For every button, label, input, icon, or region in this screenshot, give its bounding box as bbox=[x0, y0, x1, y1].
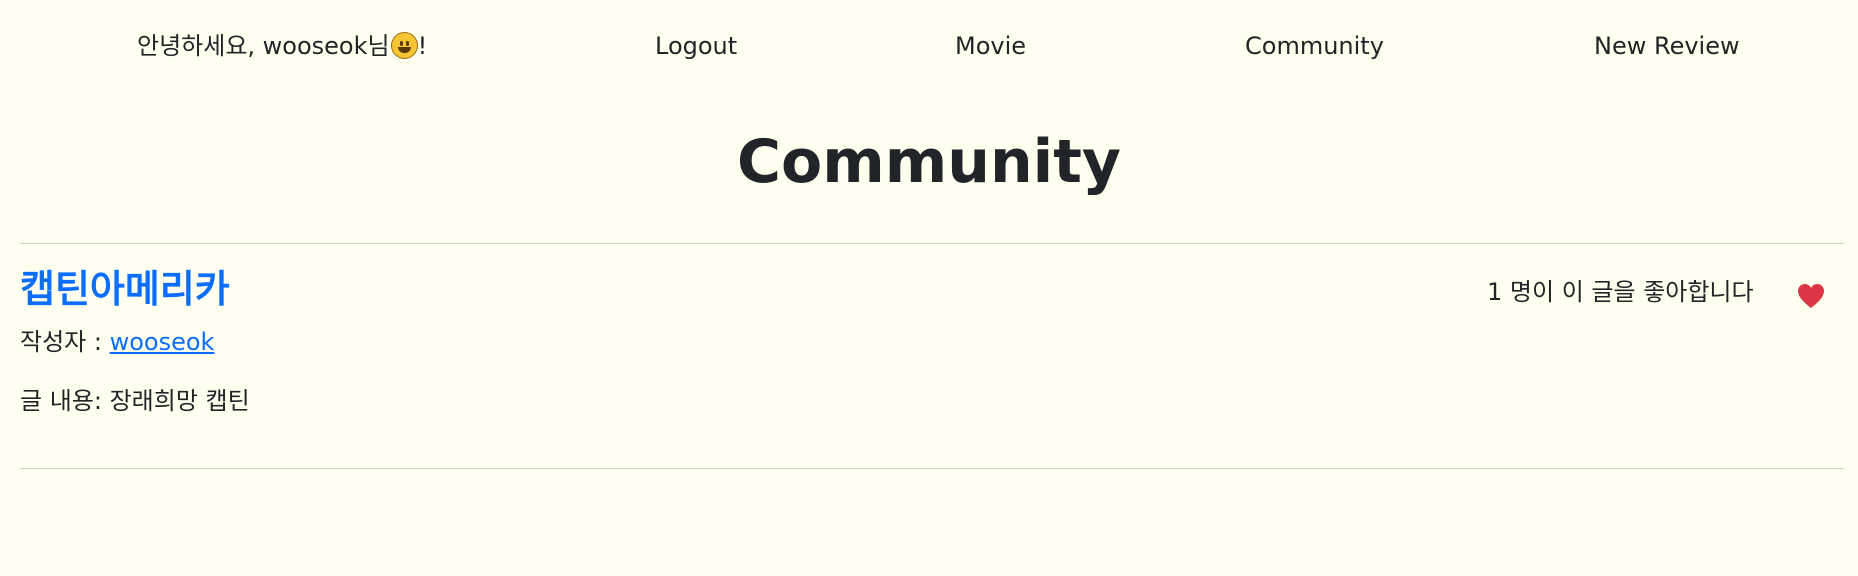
heart-icon bbox=[1798, 284, 1824, 308]
page-title: Community bbox=[736, 127, 1122, 197]
nav-logout-link[interactable]: Logout bbox=[655, 31, 737, 61]
like-button[interactable] bbox=[1797, 283, 1825, 309]
nav-community-link[interactable]: Community bbox=[1245, 31, 1384, 61]
content-label: 글 내용: bbox=[20, 387, 110, 415]
like-count: 1 bbox=[1487, 278, 1503, 306]
review-title-link[interactable]: 캡틴아메리카 bbox=[20, 265, 230, 313]
content-line: 글 내용: 장래희망 캡틴 bbox=[20, 384, 250, 418]
greeting-text: 안녕하세요, wooseok님! bbox=[137, 31, 427, 61]
divider-top bbox=[20, 243, 1844, 244]
content-text: 장래희망 캡틴 bbox=[109, 387, 250, 415]
greeting-suffix: ! bbox=[417, 32, 428, 60]
top-navbar: 안녕하세요, wooseok님! Logout Movie Community … bbox=[0, 0, 1858, 90]
like-text-suffix: 명이 이 글을 좋아합니다 bbox=[1502, 278, 1754, 306]
author-link[interactable]: wooseok bbox=[110, 328, 215, 356]
divider-bottom bbox=[20, 468, 1844, 469]
like-count-text: 1 명이 이 글을 좋아합니다 bbox=[1487, 275, 1754, 309]
grinning-face-icon bbox=[390, 32, 418, 59]
author-line: 작성자 : wooseok bbox=[20, 325, 214, 359]
author-label: 작성자 : bbox=[20, 328, 110, 356]
greeting-prefix: 안녕하세요, wooseok님 bbox=[137, 32, 390, 60]
nav-new-review-link[interactable]: New Review bbox=[1594, 31, 1740, 61]
nav-movie-link[interactable]: Movie bbox=[955, 31, 1026, 61]
